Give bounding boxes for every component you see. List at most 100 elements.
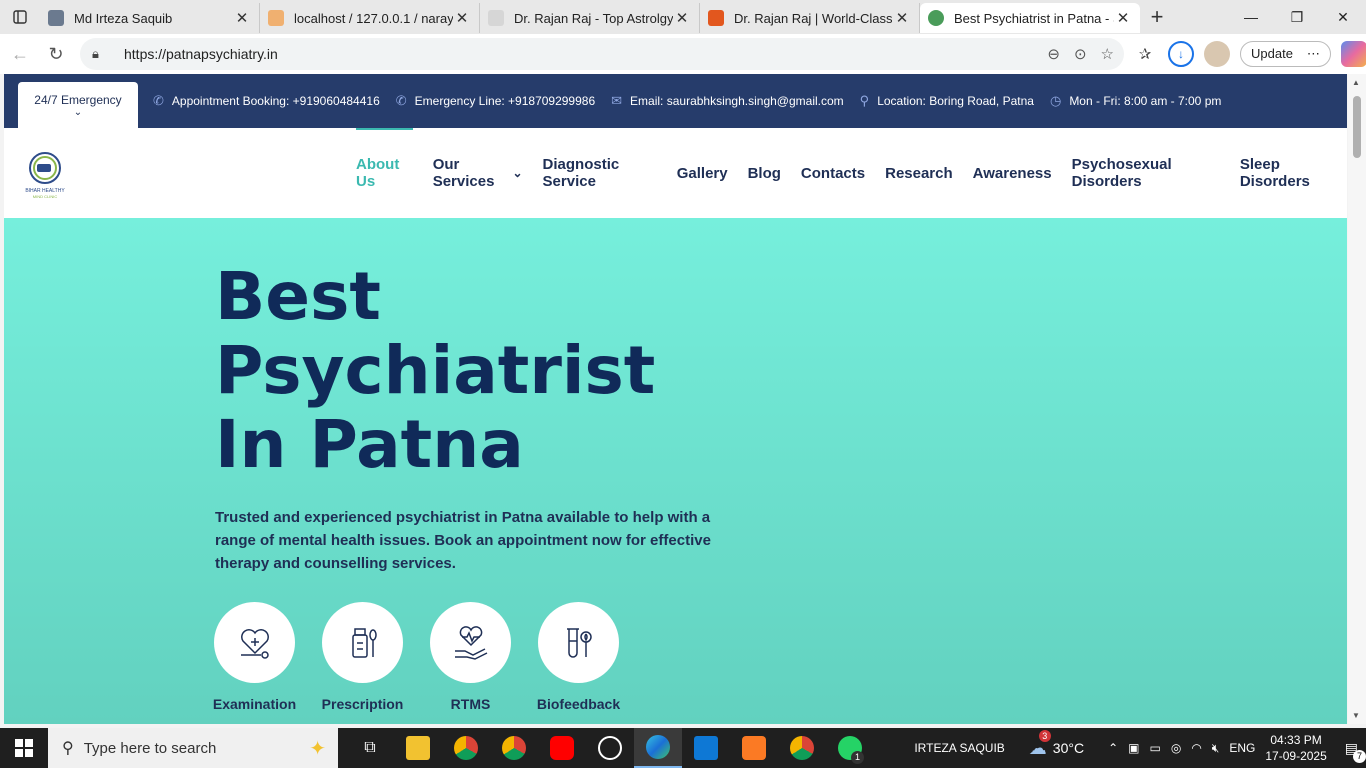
- feature-label: RTMS: [450, 696, 491, 712]
- mail-icon: ✉: [611, 93, 623, 108]
- emergency-dropdown[interactable]: 24/7 Emergency ⌄: [18, 82, 138, 128]
- nav-item-blog[interactable]: Blog: [748, 128, 781, 218]
- contact-info-bar: 24/7 Emergency ⌄ ✆ Appointment Booking: +…: [4, 74, 1347, 128]
- hours-text: Mon - Fri: 8:00 am - 7:00 pm: [1069, 94, 1222, 108]
- feature-examination[interactable]: Examination: [213, 602, 296, 712]
- weather-temp: 30°C: [1052, 740, 1085, 756]
- more-options-icon[interactable]: ⊙: [1074, 45, 1087, 63]
- whatsapp-icon[interactable]: 1: [826, 728, 874, 768]
- tab-actions-icon: [13, 10, 27, 24]
- feature-prescription[interactable]: Prescription: [322, 602, 403, 712]
- nav-item-research[interactable]: Research: [885, 128, 953, 218]
- search-highlight-icon: ✦: [309, 737, 326, 760]
- scroll-up-icon[interactable]: ▲: [1352, 78, 1360, 87]
- taskbar-apps: ⧉ 1: [346, 728, 874, 768]
- windows-taskbar: ⚲ Type here to search ✦ ⧉ 1 IRTEZA SAQUI…: [0, 728, 1366, 768]
- refresh-icon[interactable]: ↻: [38, 38, 74, 70]
- nav-item-awareness[interactable]: Awareness: [973, 128, 1052, 218]
- nav-item-contacts[interactable]: Contacts: [801, 128, 865, 218]
- address-bar[interactable]: 🔒︎ https://patnapsychiatry.in ⊖ ⊙ ☆: [80, 38, 1124, 70]
- windows-logo-icon: [15, 739, 33, 757]
- page-scrollbar[interactable]: ▲ ▼: [1348, 74, 1366, 724]
- nav-item-psychosexual-disorders[interactable]: Psychosexual Disorders: [1072, 128, 1220, 218]
- update-button[interactable]: Update ⋯: [1240, 41, 1331, 67]
- zoom-out-icon[interactable]: ⊖: [1047, 45, 1060, 63]
- svg-text:MIND CLINIC: MIND CLINIC: [33, 194, 58, 199]
- chrome-alt-icon[interactable]: [778, 728, 826, 768]
- browser-tab[interactable]: Md Irteza Saquib ✕: [40, 3, 260, 33]
- close-tab-icon[interactable]: ✕: [233, 9, 251, 27]
- youtube-icon[interactable]: [538, 728, 586, 768]
- nav-item-label: Our Services: [432, 156, 495, 190]
- copilot-icon[interactable]: [1340, 41, 1366, 67]
- location-info: ⚲ Location: Boring Road, Patna: [860, 93, 1034, 109]
- tab-actions-button[interactable]: [0, 0, 40, 34]
- tab-title: Dr. Rajan Raj - Top Astrolgy ar: [514, 10, 673, 26]
- volume-muted-icon[interactable]: 🔇︎: [1212, 741, 1220, 756]
- browser-tab[interactable]: Dr. Rajan Raj | World-Class Ast ✕: [700, 3, 920, 33]
- site-info-icon[interactable]: 🔒︎: [92, 46, 112, 62]
- favorites-icon[interactable]: ✰: [1132, 41, 1158, 67]
- downloads-icon[interactable]: ↓: [1168, 41, 1194, 67]
- scroll-down-icon[interactable]: ▼: [1352, 711, 1360, 720]
- back-icon[interactable]: ←: [2, 38, 38, 70]
- system-tray: IRTEZA SAQUIB ☁ 3 30°C ⌃ ▣ ▭ ◎ ◠ 🔇︎ ENG …: [914, 728, 1366, 768]
- email-info[interactable]: ✉ Email: saurabhksingh.singh@gmail.com: [611, 93, 844, 109]
- weather-widget[interactable]: ☁ 3 30°C: [1029, 729, 1085, 759]
- meet-now-icon[interactable]: ▣: [1128, 741, 1139, 755]
- close-tab-icon[interactable]: ✕: [893, 9, 911, 27]
- nav-item-our-services[interactable]: Our Services ⌄: [433, 128, 523, 218]
- nav-item-about-us[interactable]: About Us: [356, 128, 413, 218]
- chevron-down-icon: ⌄: [73, 106, 83, 118]
- vscode-icon[interactable]: [682, 728, 730, 768]
- wifi-icon[interactable]: ◠: [1191, 741, 1201, 755]
- file-explorer-icon[interactable]: [394, 728, 442, 768]
- tab-title: Best Psychiatrist in Patna - Sch: [954, 10, 1114, 26]
- close-tab-icon[interactable]: ✕: [453, 9, 471, 27]
- favorite-star-icon[interactable]: ☆: [1101, 45, 1114, 63]
- emergency-line-info[interactable]: ✆ Emergency Line: +918709299986: [396, 93, 595, 109]
- close-tab-icon[interactable]: ✕: [1114, 9, 1132, 27]
- new-tab-icon[interactable]: +: [1140, 4, 1174, 30]
- search-icon: ⚲: [62, 740, 74, 757]
- nav-item-gallery[interactable]: Gallery: [677, 128, 728, 218]
- update-label: Update: [1251, 46, 1293, 61]
- feature-circle: [538, 602, 619, 683]
- tab-favicon: [268, 10, 284, 26]
- browser-tab-active[interactable]: Best Psychiatrist in Patna - Sch ✕: [920, 3, 1140, 33]
- browser-tab[interactable]: localhost / 127.0.0.1 / narayan ✕: [260, 3, 480, 33]
- ellipsis-icon: ⋯: [1306, 46, 1320, 61]
- nav-item-diagnostic-service[interactable]: Diagnostic Service: [543, 128, 657, 218]
- feature-list: Examination Prescription RTMS Biofeedbac…: [213, 602, 620, 712]
- chrome-icon[interactable]: [490, 728, 538, 768]
- xampp-icon[interactable]: [730, 728, 778, 768]
- minimize-icon[interactable]: —: [1228, 0, 1274, 34]
- battery-icon[interactable]: ▭: [1149, 741, 1160, 755]
- close-tab-icon[interactable]: ✕: [673, 9, 691, 27]
- restore-icon[interactable]: ❐: [1274, 0, 1320, 34]
- hero-title: Best Psychiatrist In Patna: [215, 258, 656, 483]
- notifications-icon[interactable]: ▤ 7: [1345, 740, 1366, 763]
- clock[interactable]: 04:33 PM 17-09-2025: [1265, 732, 1326, 764]
- start-button[interactable]: [0, 728, 48, 768]
- taskbar-search[interactable]: ⚲ Type here to search ✦: [48, 728, 338, 768]
- chatgpt-icon[interactable]: [586, 728, 634, 768]
- scrollbar-thumb[interactable]: [1353, 96, 1361, 158]
- profile-avatar[interactable]: [1204, 41, 1230, 67]
- close-window-icon[interactable]: ✕: [1320, 0, 1366, 34]
- browser-tab[interactable]: Dr. Rajan Raj - Top Astrolgy ar ✕: [480, 3, 700, 33]
- appointment-info[interactable]: ✆ Appointment Booking: +919060484416: [153, 93, 380, 109]
- edge-icon[interactable]: [634, 728, 682, 768]
- task-view-icon[interactable]: ⧉: [346, 728, 394, 768]
- clinic-logo[interactable]: BIHAR HEALTHY MIND CLINIC: [16, 148, 74, 202]
- camera-icon[interactable]: ◎: [1171, 741, 1181, 755]
- feature-rtms[interactable]: RTMS: [430, 602, 511, 712]
- tab-title: localhost / 127.0.0.1 / narayan: [294, 10, 453, 26]
- logo-icon: BIHAR HEALTHY MIND CLINIC: [25, 152, 65, 199]
- browser-tab-bar: Md Irteza Saquib ✕ localhost / 127.0.0.1…: [0, 0, 1366, 34]
- chevron-up-icon[interactable]: ⌃: [1108, 741, 1118, 755]
- language-indicator[interactable]: ENG: [1229, 741, 1255, 755]
- feature-biofeedback[interactable]: Biofeedback: [537, 602, 620, 712]
- nav-item-sleep-disorders[interactable]: Sleep Disorders: [1240, 128, 1337, 218]
- chrome-profile-icon[interactable]: [442, 728, 490, 768]
